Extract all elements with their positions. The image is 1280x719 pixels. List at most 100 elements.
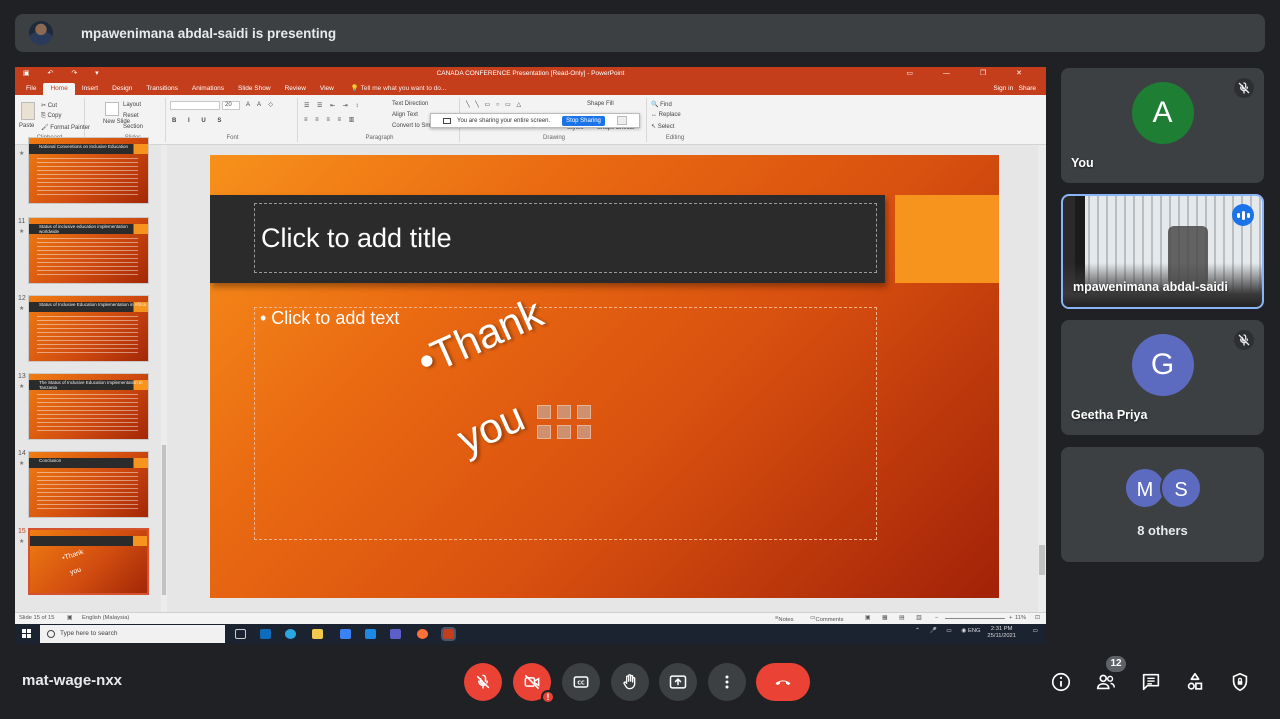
list-buttons[interactable]: ☰ ☰ ⇤ ⇥ ↕ — [304, 102, 361, 109]
font-style-buttons[interactable]: B I U S — [172, 118, 226, 124]
language-indicator[interactable]: English (Malaysia) — [82, 615, 129, 621]
shapes-gallery[interactable]: ╲ ╲ ▭ ○ ▭ △ — [466, 101, 523, 108]
find-button[interactable]: 🔍 Find — [651, 101, 672, 108]
chat-button[interactable] — [1138, 669, 1164, 695]
spellcheck-icon[interactable]: ▣ — [67, 615, 72, 621]
text-direction-button[interactable]: Text Direction — [392, 101, 428, 107]
file-explorer-icon[interactable] — [312, 629, 323, 639]
notes-button[interactable]: ≡ Notes — [775, 615, 794, 623]
font-size-field[interactable]: 20 — [222, 101, 240, 110]
cut-button[interactable]: ✂ Cut — [41, 102, 57, 109]
thumb-number: 12 — [18, 295, 26, 302]
notifications-icon[interactable]: ▭ — [1033, 628, 1038, 634]
tab-transitions[interactable]: Transitions — [139, 85, 185, 95]
thumb-number: 15 — [18, 528, 26, 535]
slide-thumbnail-selected[interactable]: •Thank you — [28, 528, 149, 595]
insert-chart-icon[interactable] — [557, 405, 571, 419]
view-buttons[interactable]: ▣ ▦ ▤ ▥ — [865, 615, 927, 621]
task-view-icon[interactable] — [235, 629, 246, 639]
outlook-icon[interactable] — [260, 629, 271, 639]
taskbar-search-box[interactable]: Type here to search — [40, 625, 225, 643]
insert-picture-icon[interactable] — [537, 425, 551, 439]
svg-text:CC: CC — [577, 681, 585, 687]
insert-video-icon[interactable] — [577, 425, 591, 439]
tab-home[interactable]: Home — [43, 83, 75, 95]
slide-thumbnail[interactable]: Status of inclusive education implementa… — [28, 217, 149, 284]
comments-button[interactable]: ▭ Comments — [810, 615, 844, 623]
teams-icon[interactable] — [390, 629, 401, 639]
group-label-paragraph: Paragraph — [365, 135, 394, 141]
share-button[interactable]: Share — [1019, 85, 1036, 92]
section-button[interactable]: Section — [123, 124, 143, 130]
firefox-icon[interactable] — [417, 629, 428, 639]
tab-review[interactable]: Review — [278, 85, 313, 95]
new-slide-icon[interactable] — [105, 102, 119, 116]
tab-animations[interactable]: Animations — [185, 85, 231, 95]
sign-in-link[interactable]: Sign in — [993, 85, 1013, 92]
edge-icon[interactable] — [285, 629, 296, 639]
host-controls-button[interactable] — [1227, 669, 1253, 695]
shape-fill-button[interactable]: Shape Fill — [587, 101, 614, 107]
taskbar-clock[interactable]: 2:31 PM 25/11/2021 — [987, 626, 1016, 640]
store-icon[interactable] — [340, 629, 351, 639]
replace-button[interactable]: ↔ Replace — [651, 112, 681, 118]
thumb-thank-text: •Thank — [61, 548, 85, 563]
slide-canvas[interactable]: Click to add title • Click to add text •… — [210, 155, 999, 598]
zoom-slider[interactable] — [945, 618, 1005, 619]
fit-slide-icon[interactable]: ⊡ — [1035, 615, 1040, 621]
insert-smartart-icon[interactable] — [577, 405, 591, 419]
layout-button[interactable]: Layout — [123, 102, 141, 108]
paste-button[interactable]: Paste — [19, 123, 34, 129]
participant-tile-geetha[interactable]: G Geetha Priya — [1061, 320, 1264, 435]
participant-tile-you[interactable]: A You — [1061, 68, 1264, 183]
activities-button[interactable] — [1182, 669, 1208, 695]
reset-button[interactable]: Reset — [123, 113, 139, 119]
input-language[interactable]: ENG — [968, 628, 981, 634]
powerpoint-taskbar-icon[interactable] — [441, 627, 456, 641]
camera-toggle-button[interactable]: ! — [513, 663, 555, 704]
stop-sharing-button[interactable]: Stop Sharing — [562, 115, 605, 126]
tab-insert[interactable]: Insert — [75, 85, 105, 95]
align-buttons[interactable]: ≡ ≡ ≡ ≡ ▥ — [304, 116, 357, 123]
tab-view[interactable]: View — [313, 85, 341, 95]
font-name-field[interactable] — [170, 101, 220, 110]
slide-thumbnail[interactable]: Conclusion — [28, 451, 149, 518]
people-button[interactable] — [1093, 669, 1119, 695]
tab-slide-show[interactable]: Slide Show — [231, 85, 278, 95]
meeting-details-button[interactable] — [1048, 669, 1074, 695]
participant-tile-others[interactable]: M S 8 others — [1061, 447, 1264, 562]
copy-button[interactable]: ⎘ Copy — [41, 113, 61, 120]
thumbnails-scrollbar[interactable] — [161, 145, 167, 612]
zoom-out-icon[interactable]: − — [935, 615, 938, 621]
insert-online-picture-icon[interactable] — [557, 425, 571, 439]
slide-thumbnail[interactable]: Status of Inclusive Education Implementa… — [28, 295, 149, 362]
captions-button[interactable]: CC — [562, 663, 600, 701]
mic-toggle-button[interactable] — [464, 663, 502, 701]
windows-start-icon[interactable] — [22, 629, 31, 638]
font-grow-shrink[interactable]: A A ◇ — [246, 101, 276, 108]
paste-icon[interactable] — [21, 102, 35, 120]
participant-tile-presenter[interactable]: mpawenimana abdal-saidi — [1061, 194, 1264, 309]
align-text-button[interactable]: Align Text — [392, 112, 418, 118]
system-tray-icons[interactable]: ⌃ 🎤 ▭ ◉ — [915, 628, 970, 634]
title-placeholder[interactable]: Click to add title — [254, 203, 877, 273]
present-now-button[interactable] — [659, 663, 697, 701]
info-icon — [1051, 672, 1071, 692]
slide-thumbnail[interactable]: The Status of Inclusive Education Implem… — [28, 373, 149, 440]
zoom-in-icon[interactable]: + — [1009, 615, 1012, 621]
select-button[interactable]: ↖ Select — [651, 123, 674, 130]
insert-content-icons[interactable] — [537, 405, 595, 441]
raise-hand-button[interactable] — [611, 663, 649, 701]
zoom-level[interactable]: 11% — [1015, 615, 1026, 621]
slide-scrollbar[interactable] — [1038, 145, 1046, 612]
format-painter-button[interactable]: 🖌 Format Painter — [41, 124, 90, 131]
slide-thumbnail[interactable]: National Conventions on Inclusive Educat… — [28, 137, 149, 204]
leave-call-button[interactable] — [756, 663, 810, 701]
mail-icon[interactable] — [365, 629, 376, 639]
hide-notice-button[interactable] — [616, 116, 627, 125]
more-options-button[interactable] — [708, 663, 746, 701]
tell-me-box[interactable]: 💡 Tell me what you want to do... — [351, 84, 446, 95]
insert-table-icon[interactable] — [537, 405, 551, 419]
tab-file[interactable]: File — [19, 85, 43, 95]
tab-design[interactable]: Design — [105, 85, 139, 95]
